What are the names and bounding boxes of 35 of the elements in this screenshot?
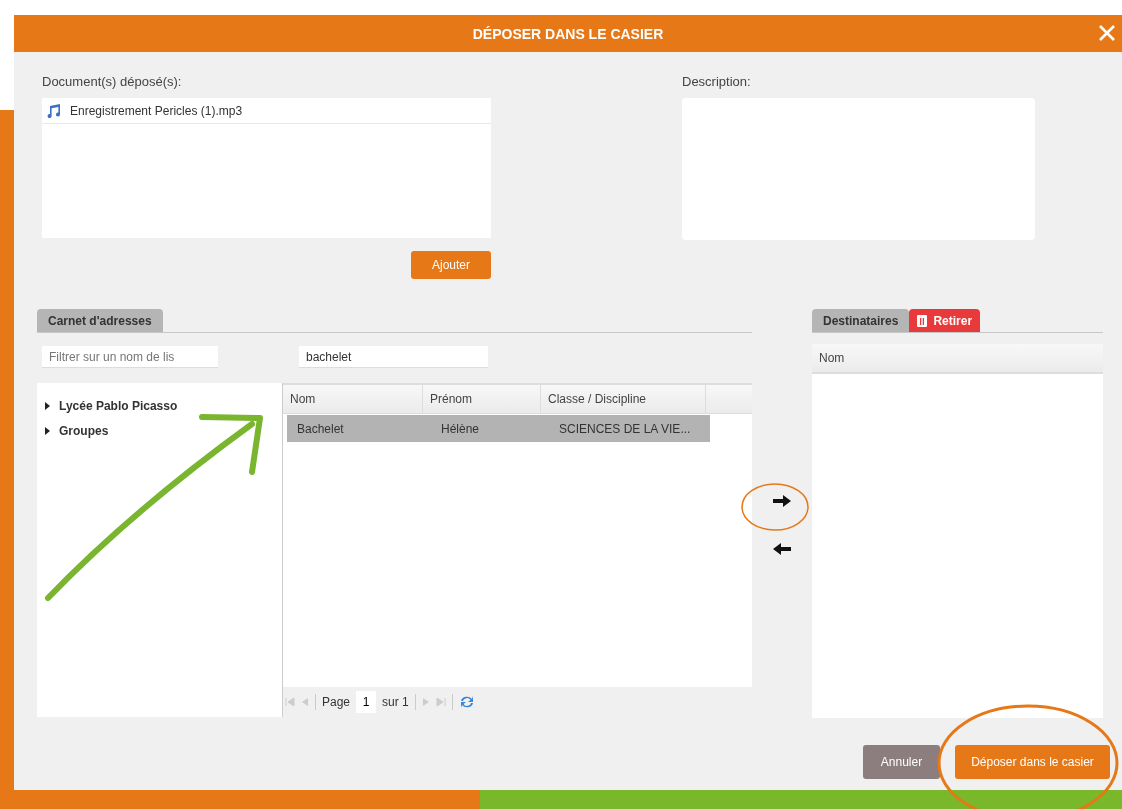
table-row[interactable]: Bachelet Hélène SCIENCES DE LA VIE... <box>287 415 710 442</box>
remove-recipient-button[interactable] <box>772 542 792 556</box>
table-cell-text: SCIENCES DE LA VIE... <box>558 420 692 438</box>
highlight-ellipse <box>740 482 810 532</box>
file-item[interactable]: Enregistrement Pericles (1).mp3 <box>42 98 491 124</box>
page-label: Page <box>322 695 351 709</box>
add-recipient-button[interactable] <box>772 494 792 508</box>
previous-page-icon[interactable] <box>301 697 309 707</box>
search-field[interactable]: bachelet <box>299 346 488 368</box>
cancel-button[interactable]: Annuler <box>863 745 940 779</box>
close-icon <box>1098 24 1116 42</box>
close-button[interactable] <box>1098 24 1116 42</box>
list-filter-field[interactable]: Filtrer sur un nom de lis <box>42 346 218 368</box>
table-cell-text: Hélène <box>440 420 481 438</box>
trash-icon <box>917 314 928 327</box>
music-note-icon <box>46 103 62 118</box>
first-page-icon[interactable] <box>285 697 295 707</box>
recipients-tab[interactable]: Destinataires <box>812 309 910 332</box>
right-arrow-icon <box>772 494 792 508</box>
column-header[interactable]: Nom <box>283 385 423 413</box>
address-book-tab[interactable]: Carnet d'adresses <box>37 309 163 332</box>
column-header[interactable]: Nom <box>812 344 1103 372</box>
last-page-icon[interactable] <box>435 697 446 707</box>
page-field[interactable]: 1 <box>356 691 377 713</box>
column-header[interactable]: Prénom <box>423 385 541 413</box>
next-page-icon[interactable] <box>421 697 430 707</box>
refresh-icon[interactable] <box>458 694 475 710</box>
page-total: sur 1 <box>382 695 409 709</box>
description-label: Description: <box>682 74 752 89</box>
column-header[interactable]: Classe / Discipline <box>541 385 706 413</box>
table-cell-text: Bachelet <box>296 420 345 438</box>
remove-button[interactable]: Retirer <box>909 309 981 332</box>
dialog-title: DÉPOSER DANS LE CASIER <box>472 25 664 42</box>
left-arrow-icon <box>772 542 792 556</box>
documents-label: Document(s) déposé(s): <box>42 74 183 89</box>
